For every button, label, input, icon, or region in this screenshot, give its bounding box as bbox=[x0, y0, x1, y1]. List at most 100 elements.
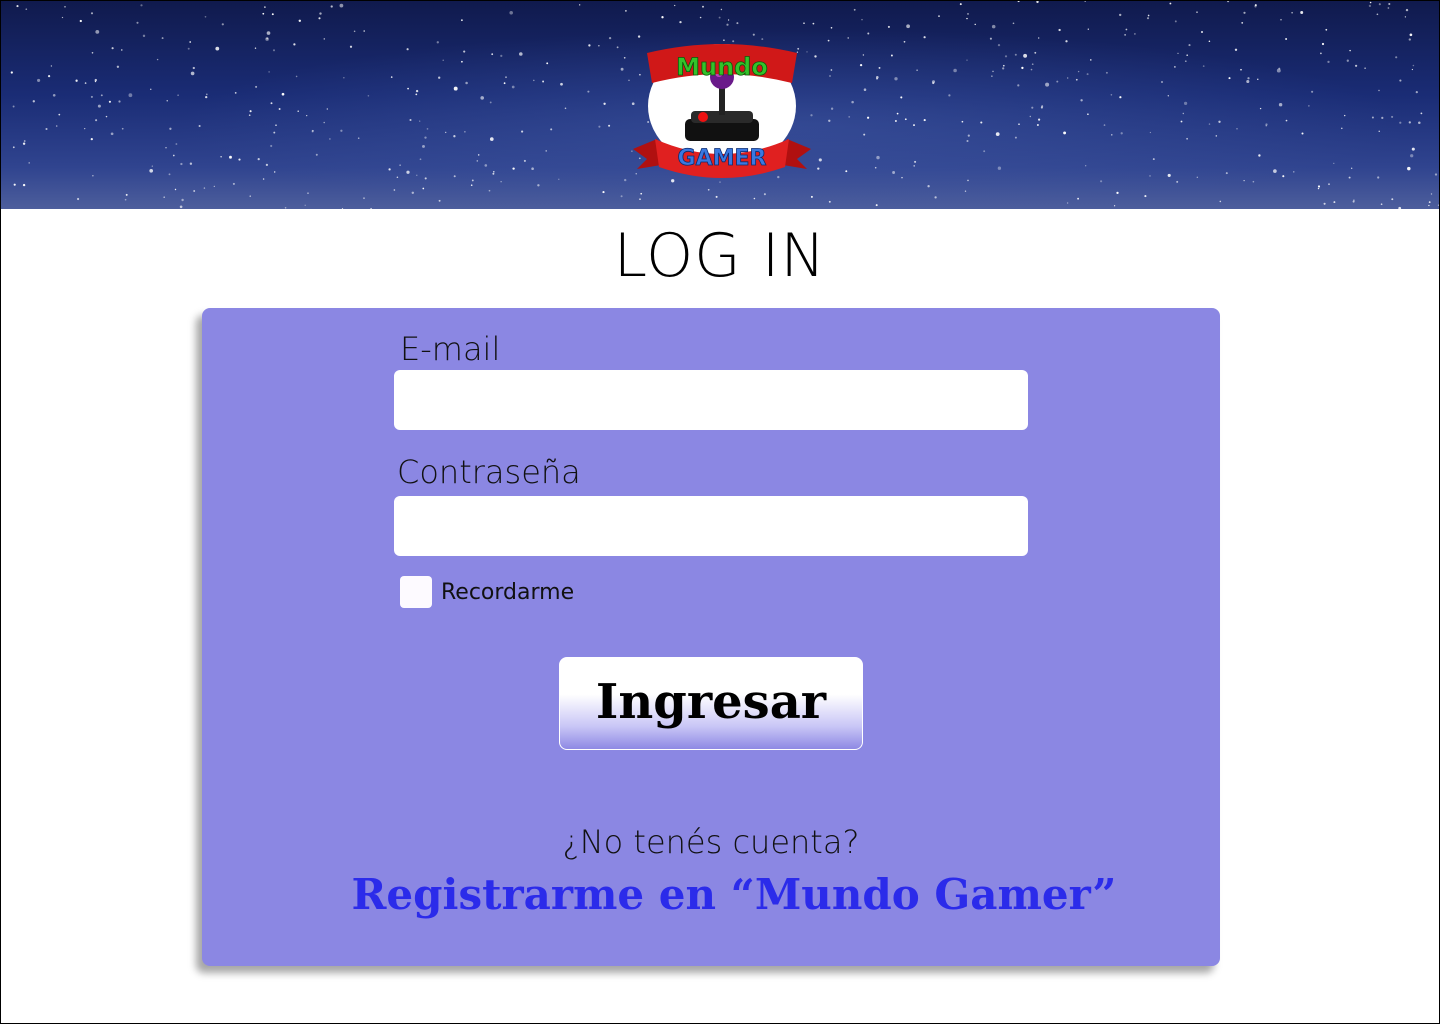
star bbox=[1146, 17, 1150, 20]
star bbox=[1186, 54, 1189, 57]
star bbox=[1353, 199, 1355, 202]
star bbox=[1077, 70, 1080, 73]
star bbox=[900, 96, 903, 99]
star bbox=[974, 23, 976, 26]
star bbox=[248, 114, 251, 117]
star bbox=[991, 24, 996, 29]
star bbox=[489, 101, 492, 104]
star bbox=[273, 131, 276, 134]
star bbox=[165, 147, 167, 149]
star bbox=[1058, 28, 1061, 32]
star bbox=[323, 38, 326, 40]
star bbox=[727, 19, 730, 21]
star bbox=[1116, 191, 1119, 195]
star bbox=[169, 127, 172, 130]
star bbox=[964, 190, 967, 192]
star bbox=[863, 133, 866, 136]
star bbox=[603, 102, 606, 105]
star bbox=[353, 30, 356, 33]
star bbox=[50, 65, 53, 67]
star bbox=[916, 69, 918, 71]
star bbox=[720, 8, 723, 11]
star bbox=[608, 36, 612, 40]
star bbox=[1377, 176, 1380, 179]
star bbox=[264, 6, 266, 8]
star bbox=[1434, 173, 1438, 176]
star bbox=[189, 41, 192, 43]
star bbox=[830, 69, 833, 71]
star bbox=[726, 23, 729, 26]
remember-me-checkbox[interactable] bbox=[400, 576, 432, 608]
star bbox=[238, 158, 241, 161]
star bbox=[1034, 51, 1037, 54]
star bbox=[407, 87, 409, 90]
star bbox=[620, 67, 624, 71]
star bbox=[828, 119, 831, 122]
star bbox=[1430, 193, 1433, 195]
mundo-gamer-logo[interactable]: Mundo GAMER bbox=[627, 41, 817, 181]
star bbox=[442, 59, 444, 61]
star bbox=[997, 43, 1001, 47]
star bbox=[1023, 53, 1028, 58]
star bbox=[1258, 154, 1261, 157]
star bbox=[1273, 169, 1277, 173]
star bbox=[180, 162, 183, 166]
star bbox=[166, 100, 168, 102]
star bbox=[484, 164, 488, 167]
star bbox=[275, 124, 277, 126]
star bbox=[16, 5, 19, 8]
star bbox=[661, 16, 664, 19]
page-title: LOG IN bbox=[613, 221, 827, 291]
star bbox=[461, 19, 463, 22]
star bbox=[25, 8, 28, 11]
star bbox=[966, 17, 968, 20]
star bbox=[997, 166, 1002, 170]
star bbox=[829, 75, 831, 77]
star bbox=[262, 12, 265, 15]
star bbox=[1030, 68, 1033, 71]
star bbox=[894, 77, 898, 81]
star bbox=[1021, 66, 1024, 70]
star bbox=[489, 137, 494, 141]
star bbox=[64, 5, 66, 8]
star bbox=[1125, 28, 1128, 31]
star bbox=[213, 185, 215, 188]
star bbox=[961, 120, 964, 123]
email-input[interactable] bbox=[394, 370, 1028, 430]
star bbox=[23, 140, 26, 142]
star bbox=[1247, 77, 1250, 80]
star bbox=[1257, 78, 1259, 80]
star bbox=[847, 37, 849, 39]
star bbox=[718, 16, 721, 19]
star bbox=[1110, 94, 1113, 96]
password-input[interactable] bbox=[394, 496, 1028, 556]
star bbox=[388, 168, 391, 171]
star bbox=[491, 53, 494, 56]
star bbox=[1075, 78, 1078, 81]
remember-me-row[interactable]: Recordarme bbox=[400, 576, 574, 608]
star bbox=[205, 93, 208, 96]
star bbox=[753, 197, 756, 200]
star bbox=[1325, 28, 1328, 31]
star bbox=[1002, 67, 1005, 70]
star bbox=[453, 175, 456, 178]
star bbox=[47, 74, 51, 78]
star bbox=[1311, 90, 1314, 93]
star bbox=[118, 100, 121, 103]
star bbox=[424, 177, 427, 180]
submit-button[interactable]: Ingresar bbox=[559, 657, 863, 750]
star bbox=[396, 176, 399, 178]
star bbox=[295, 75, 298, 78]
star bbox=[1100, 180, 1103, 183]
star bbox=[268, 71, 270, 73]
star bbox=[505, 76, 507, 79]
star bbox=[254, 47, 257, 49]
star bbox=[1086, 73, 1089, 76]
star bbox=[192, 66, 195, 70]
register-link[interactable]: Registrarme en “Mundo Gamer” bbox=[202, 870, 1266, 919]
star bbox=[991, 75, 993, 77]
star bbox=[339, 3, 344, 8]
star bbox=[461, 60, 463, 63]
star bbox=[1084, 1, 1087, 3]
star bbox=[1087, 28, 1089, 30]
